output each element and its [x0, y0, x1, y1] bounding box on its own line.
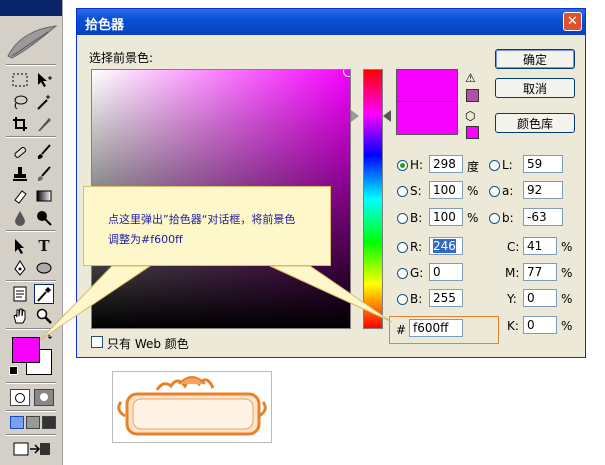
- callout-line-1: 点这里弹出”拾色器“对话框，将前景色: [108, 213, 296, 226]
- tutorial-callout: 点这里弹出”拾色器“对话框，将前景色 调整为#f600ff: [83, 186, 331, 266]
- callout-line-2: 调整为#f600ff: [108, 233, 183, 246]
